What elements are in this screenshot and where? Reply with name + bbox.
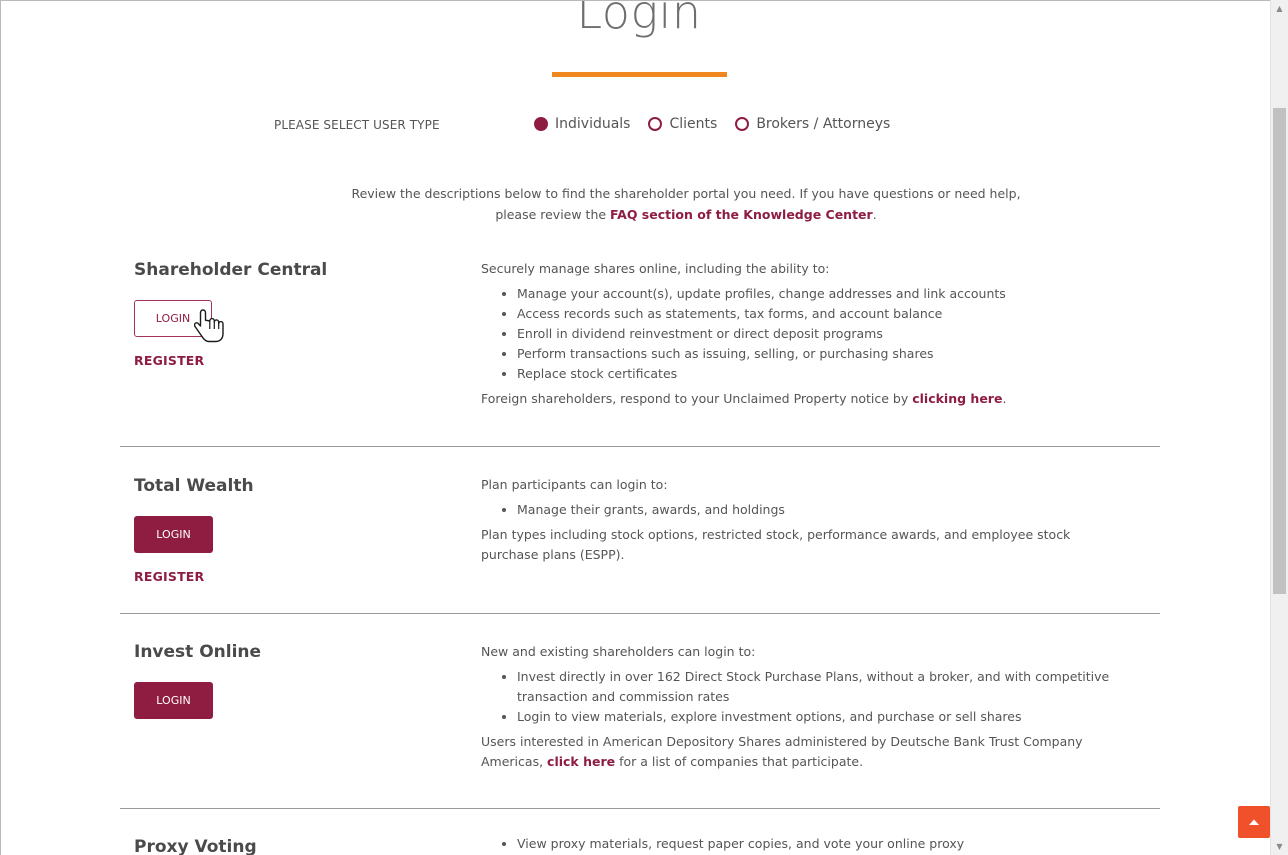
- title-underline: [552, 72, 727, 77]
- invest-online-login-button[interactable]: LOGIN: [134, 682, 213, 719]
- total-wealth-bullets: Manage their grants, awards, and holding…: [481, 500, 1131, 520]
- scroll-up-arrow-icon[interactable]: ▲: [1271, 0, 1288, 17]
- footer-text-end: for a list of companies that participate…: [615, 754, 864, 769]
- adr-companies-link[interactable]: click here: [547, 754, 615, 769]
- total-wealth-login-button[interactable]: LOGIN: [134, 516, 213, 553]
- radio-label-brokers-attorneys: Brokers / Attorneys: [756, 116, 891, 132]
- radio-checked-icon: [534, 117, 548, 131]
- shareholder-central-intro: Securely manage shares online, including…: [481, 261, 830, 276]
- list-item: Login to view materials, explore investm…: [517, 707, 1131, 727]
- radio-individuals[interactable]: Individuals: [534, 116, 630, 132]
- radio-label-individuals: Individuals: [555, 116, 631, 132]
- list-item: Access records such as statements, tax f…: [517, 304, 1131, 324]
- shareholder-central-description: Securely manage shares online, including…: [481, 259, 1131, 409]
- user-type-label: PLEASE SELECT USER TYPE: [274, 118, 440, 132]
- total-wealth-title: Total Wealth: [134, 476, 254, 496]
- user-type-radio-group: Individuals Clients Brokers / Attorneys: [534, 116, 908, 132]
- scroll-down-arrow-icon[interactable]: ▼: [1271, 838, 1288, 855]
- list-item: View proxy materials, request paper copi…: [517, 834, 1131, 854]
- list-item: Invest directly in over 162 Direct Stock…: [517, 667, 1131, 707]
- invest-online-title: Invest Online: [134, 642, 262, 662]
- invest-online-footer: Users interested in American Depository …: [481, 732, 1131, 772]
- proxy-voting-bullets: View proxy materials, request paper copi…: [481, 834, 1131, 854]
- total-wealth-intro: Plan participants can login to:: [481, 477, 668, 492]
- radio-label-clients: Clients: [669, 116, 718, 132]
- faq-link[interactable]: FAQ section of the Knowledge Center: [610, 207, 873, 222]
- invest-online-bullets: Invest directly in over 162 Direct Stock…: [481, 667, 1131, 727]
- total-wealth-footer: Plan types including stock options, rest…: [481, 527, 1071, 562]
- footer-text: Foreign shareholders, respond to your Un…: [481, 391, 913, 406]
- list-item: Manage your account(s), update profiles,…: [517, 284, 1131, 304]
- total-wealth-description: Plan participants can login to: Manage t…: [481, 475, 1131, 565]
- shareholder-central-login-button[interactable]: LOGIN: [134, 300, 212, 337]
- intro-text: Review the descriptions below to find th…: [341, 183, 1031, 225]
- proxy-voting-description: View proxy materials, request paper copi…: [481, 834, 1131, 855]
- back-to-top-button[interactable]: [1238, 806, 1270, 838]
- caret-up-icon: [1249, 819, 1259, 825]
- invest-online-intro: New and existing shareholders can login …: [481, 644, 756, 659]
- vertical-scrollbar[interactable]: ▲ ▼: [1270, 0, 1288, 855]
- section-divider: [120, 613, 1160, 614]
- radio-unchecked-icon: [648, 117, 663, 131]
- list-item: Manage their grants, awards, and holding…: [517, 500, 1131, 520]
- invest-online-description: New and existing shareholders can login …: [481, 642, 1131, 772]
- shareholder-central-footer: Foreign shareholders, respond to your Un…: [481, 389, 1131, 409]
- radio-clients[interactable]: Clients: [648, 116, 717, 132]
- total-wealth-register-link[interactable]: REGISTER: [134, 569, 204, 584]
- proxy-voting-title: Proxy Voting: [134, 837, 257, 855]
- list-item: Enroll in dividend reinvestment or direc…: [517, 324, 1131, 344]
- section-divider: [120, 808, 1160, 809]
- page-title: Login: [576, 0, 702, 39]
- radio-brokers-attorneys[interactable]: Brokers / Attorneys: [735, 116, 890, 132]
- footer-text-end: .: [1002, 391, 1007, 406]
- radio-unchecked-icon: [735, 117, 750, 131]
- intro-text-end: .: [872, 207, 877, 222]
- shareholder-central-title: Shareholder Central: [134, 260, 328, 280]
- list-item: Replace stock certificates: [517, 364, 1131, 384]
- list-item: Perform transactions such as issuing, se…: [517, 344, 1131, 364]
- page-content: Login PLEASE SELECT USER TYPE Individual…: [0, 0, 1270, 855]
- shareholder-central-register-link[interactable]: REGISTER: [134, 353, 204, 368]
- scrollbar-thumb[interactable]: [1273, 108, 1286, 594]
- shareholder-central-bullets: Manage your account(s), update profiles,…: [481, 284, 1131, 384]
- section-divider: [120, 446, 1160, 447]
- unclaimed-property-link[interactable]: clicking here: [912, 391, 1002, 406]
